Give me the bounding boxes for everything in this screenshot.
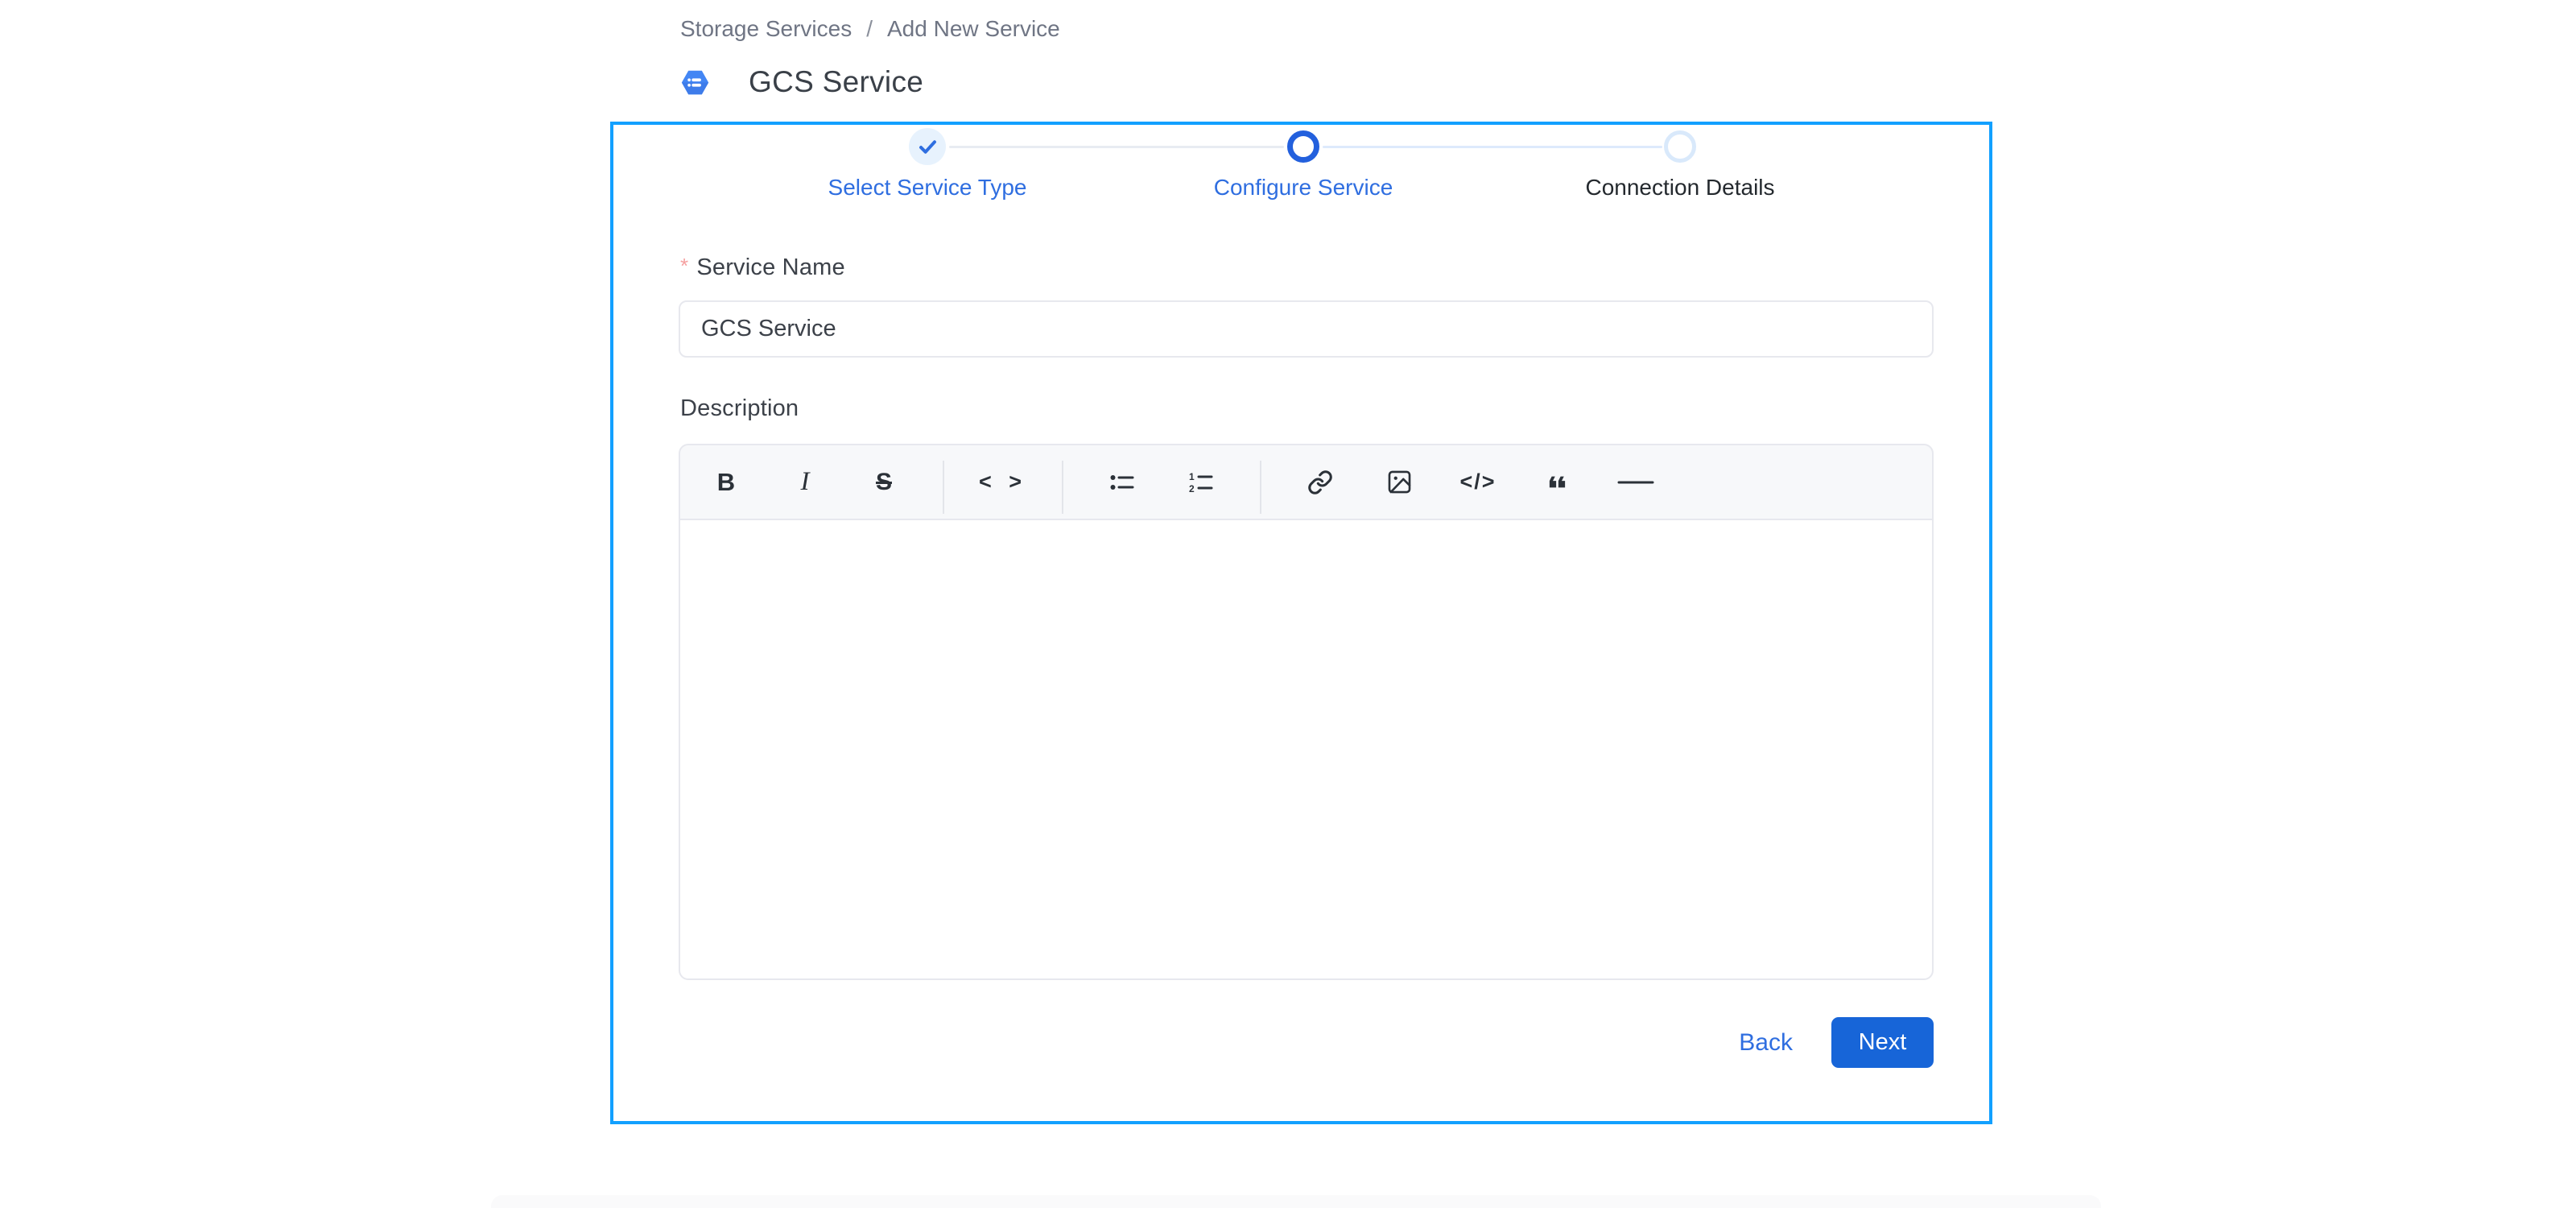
description-editor: B I S < > 1 2: [679, 444, 1934, 980]
next-button[interactable]: Next: [1831, 1017, 1934, 1068]
back-button[interactable]: Back: [1739, 1029, 1793, 1057]
numbered-list-icon: 1 2: [1188, 471, 1214, 494]
bulleted-list-button[interactable]: [1100, 460, 1145, 505]
step-completed-circle[interactable]: [909, 128, 946, 165]
link-icon: [1307, 470, 1333, 495]
toolbar-divider: [943, 461, 944, 514]
image-icon: [1387, 470, 1412, 494]
italic-button[interactable]: I: [782, 460, 828, 505]
breadcrumb: Storage Services / Add New Service: [680, 16, 1060, 42]
required-asterisk: *: [680, 254, 688, 278]
code-block-button[interactable]: </>: [1455, 460, 1501, 505]
blockquote-icon: [1544, 469, 1571, 495]
service-name-label: * Service Name: [680, 254, 845, 281]
link-button[interactable]: [1298, 460, 1343, 505]
strikethrough-button[interactable]: S: [861, 460, 906, 505]
gcs-service-icon: [680, 68, 710, 97]
stepper-connector-1: [949, 146, 1284, 148]
page-header: GCS Service: [680, 65, 923, 99]
step-pending-circle[interactable]: [1664, 130, 1696, 163]
step-label-connection-details[interactable]: Connection Details: [1585, 175, 1774, 201]
breadcrumb-storage-services[interactable]: Storage Services: [680, 16, 852, 42]
step-active-circle[interactable]: [1287, 130, 1319, 163]
check-icon: [917, 136, 939, 158]
configure-service-panel: Select Service Type Configure Service Co…: [610, 122, 1992, 1124]
svg-text:2: 2: [1189, 483, 1195, 494]
inline-code-button[interactable]: < >: [980, 460, 1026, 505]
step-label-select-service-type[interactable]: Select Service Type: [828, 175, 1027, 201]
breadcrumb-separator: /: [866, 16, 873, 42]
image-button[interactable]: [1377, 460, 1422, 505]
editor-toolbar: B I S < > 1 2: [679, 444, 1934, 520]
step-label-configure-service[interactable]: Configure Service: [1214, 175, 1393, 201]
numbered-list-button[interactable]: 1 2: [1179, 460, 1224, 505]
below-fold-card-edge: [491, 1195, 2101, 1208]
breadcrumb-add-new-service[interactable]: Add New Service: [887, 16, 1060, 42]
service-name-input[interactable]: [679, 300, 1934, 358]
horizontal-rule-icon: [1616, 478, 1655, 486]
description-editor-body[interactable]: [679, 520, 1934, 980]
horizontal-rule-button[interactable]: [1613, 460, 1658, 505]
page-title: GCS Service: [749, 65, 923, 99]
description-label: Description: [680, 395, 799, 422]
bulleted-list-icon: [1109, 472, 1135, 493]
toolbar-divider: [1260, 461, 1261, 514]
toolbar-divider: [1062, 461, 1063, 514]
bold-button[interactable]: B: [704, 460, 749, 505]
svg-text:1: 1: [1189, 471, 1195, 482]
stepper-connector-2: [1323, 146, 1662, 148]
blockquote-button[interactable]: [1534, 460, 1579, 505]
wizard-stepper: Select Service Type Configure Service Co…: [613, 125, 1989, 230]
service-name-label-text: Service Name: [696, 254, 845, 280]
wizard-footer: Back Next: [1739, 1017, 1934, 1068]
